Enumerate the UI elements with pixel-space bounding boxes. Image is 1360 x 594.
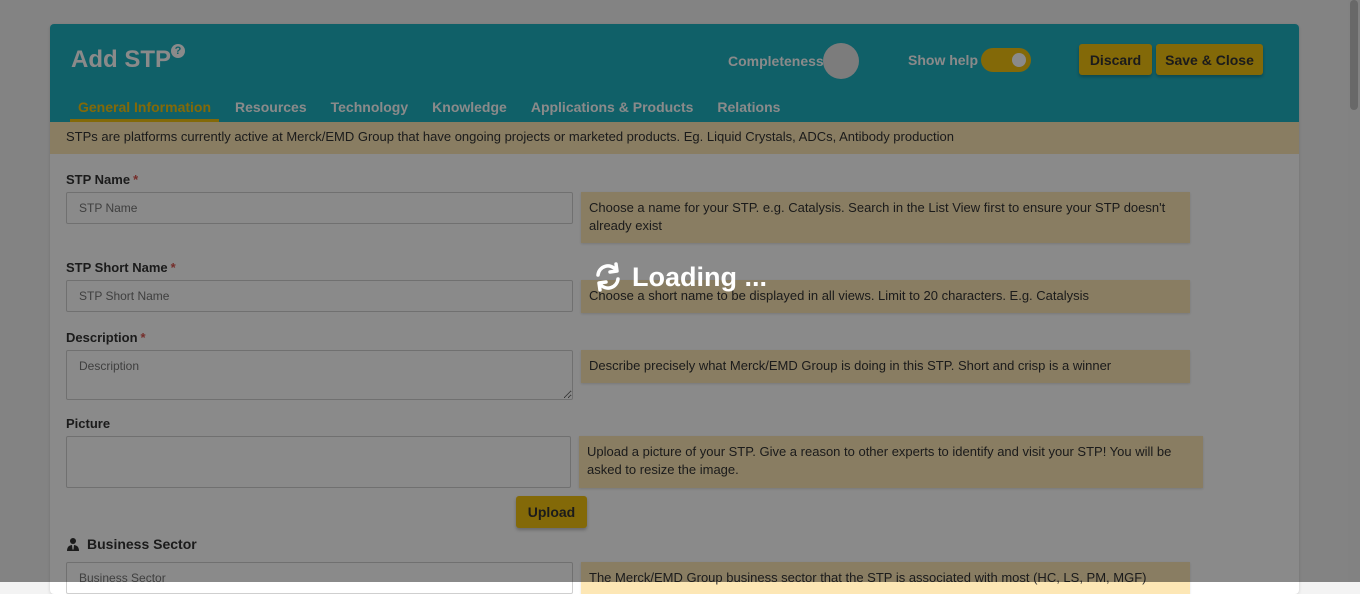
loading-indicator: Loading ... xyxy=(592,261,767,293)
loading-overlay: Loading ... xyxy=(0,0,1360,582)
loading-text: Loading ... xyxy=(632,261,767,292)
refresh-icon xyxy=(596,262,620,292)
